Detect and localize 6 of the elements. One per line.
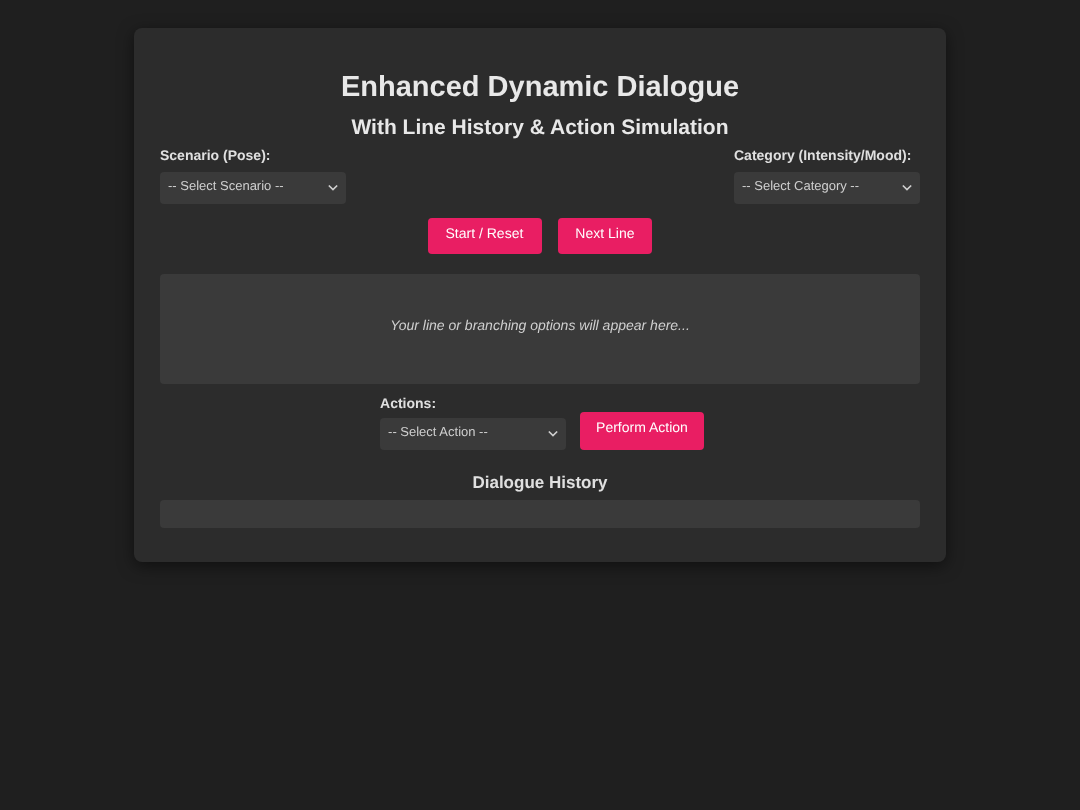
history-heading: Dialogue History — [470, 472, 610, 492]
chevron-down-icon — [328, 184, 338, 192]
chevron-down-icon — [902, 184, 912, 192]
page-subtitle: With Line History & Action Simulation — [349, 116, 731, 140]
chevron-down-icon — [548, 430, 559, 438]
page-title: Enhanced Dynamic Dialogue — [338, 72, 742, 104]
